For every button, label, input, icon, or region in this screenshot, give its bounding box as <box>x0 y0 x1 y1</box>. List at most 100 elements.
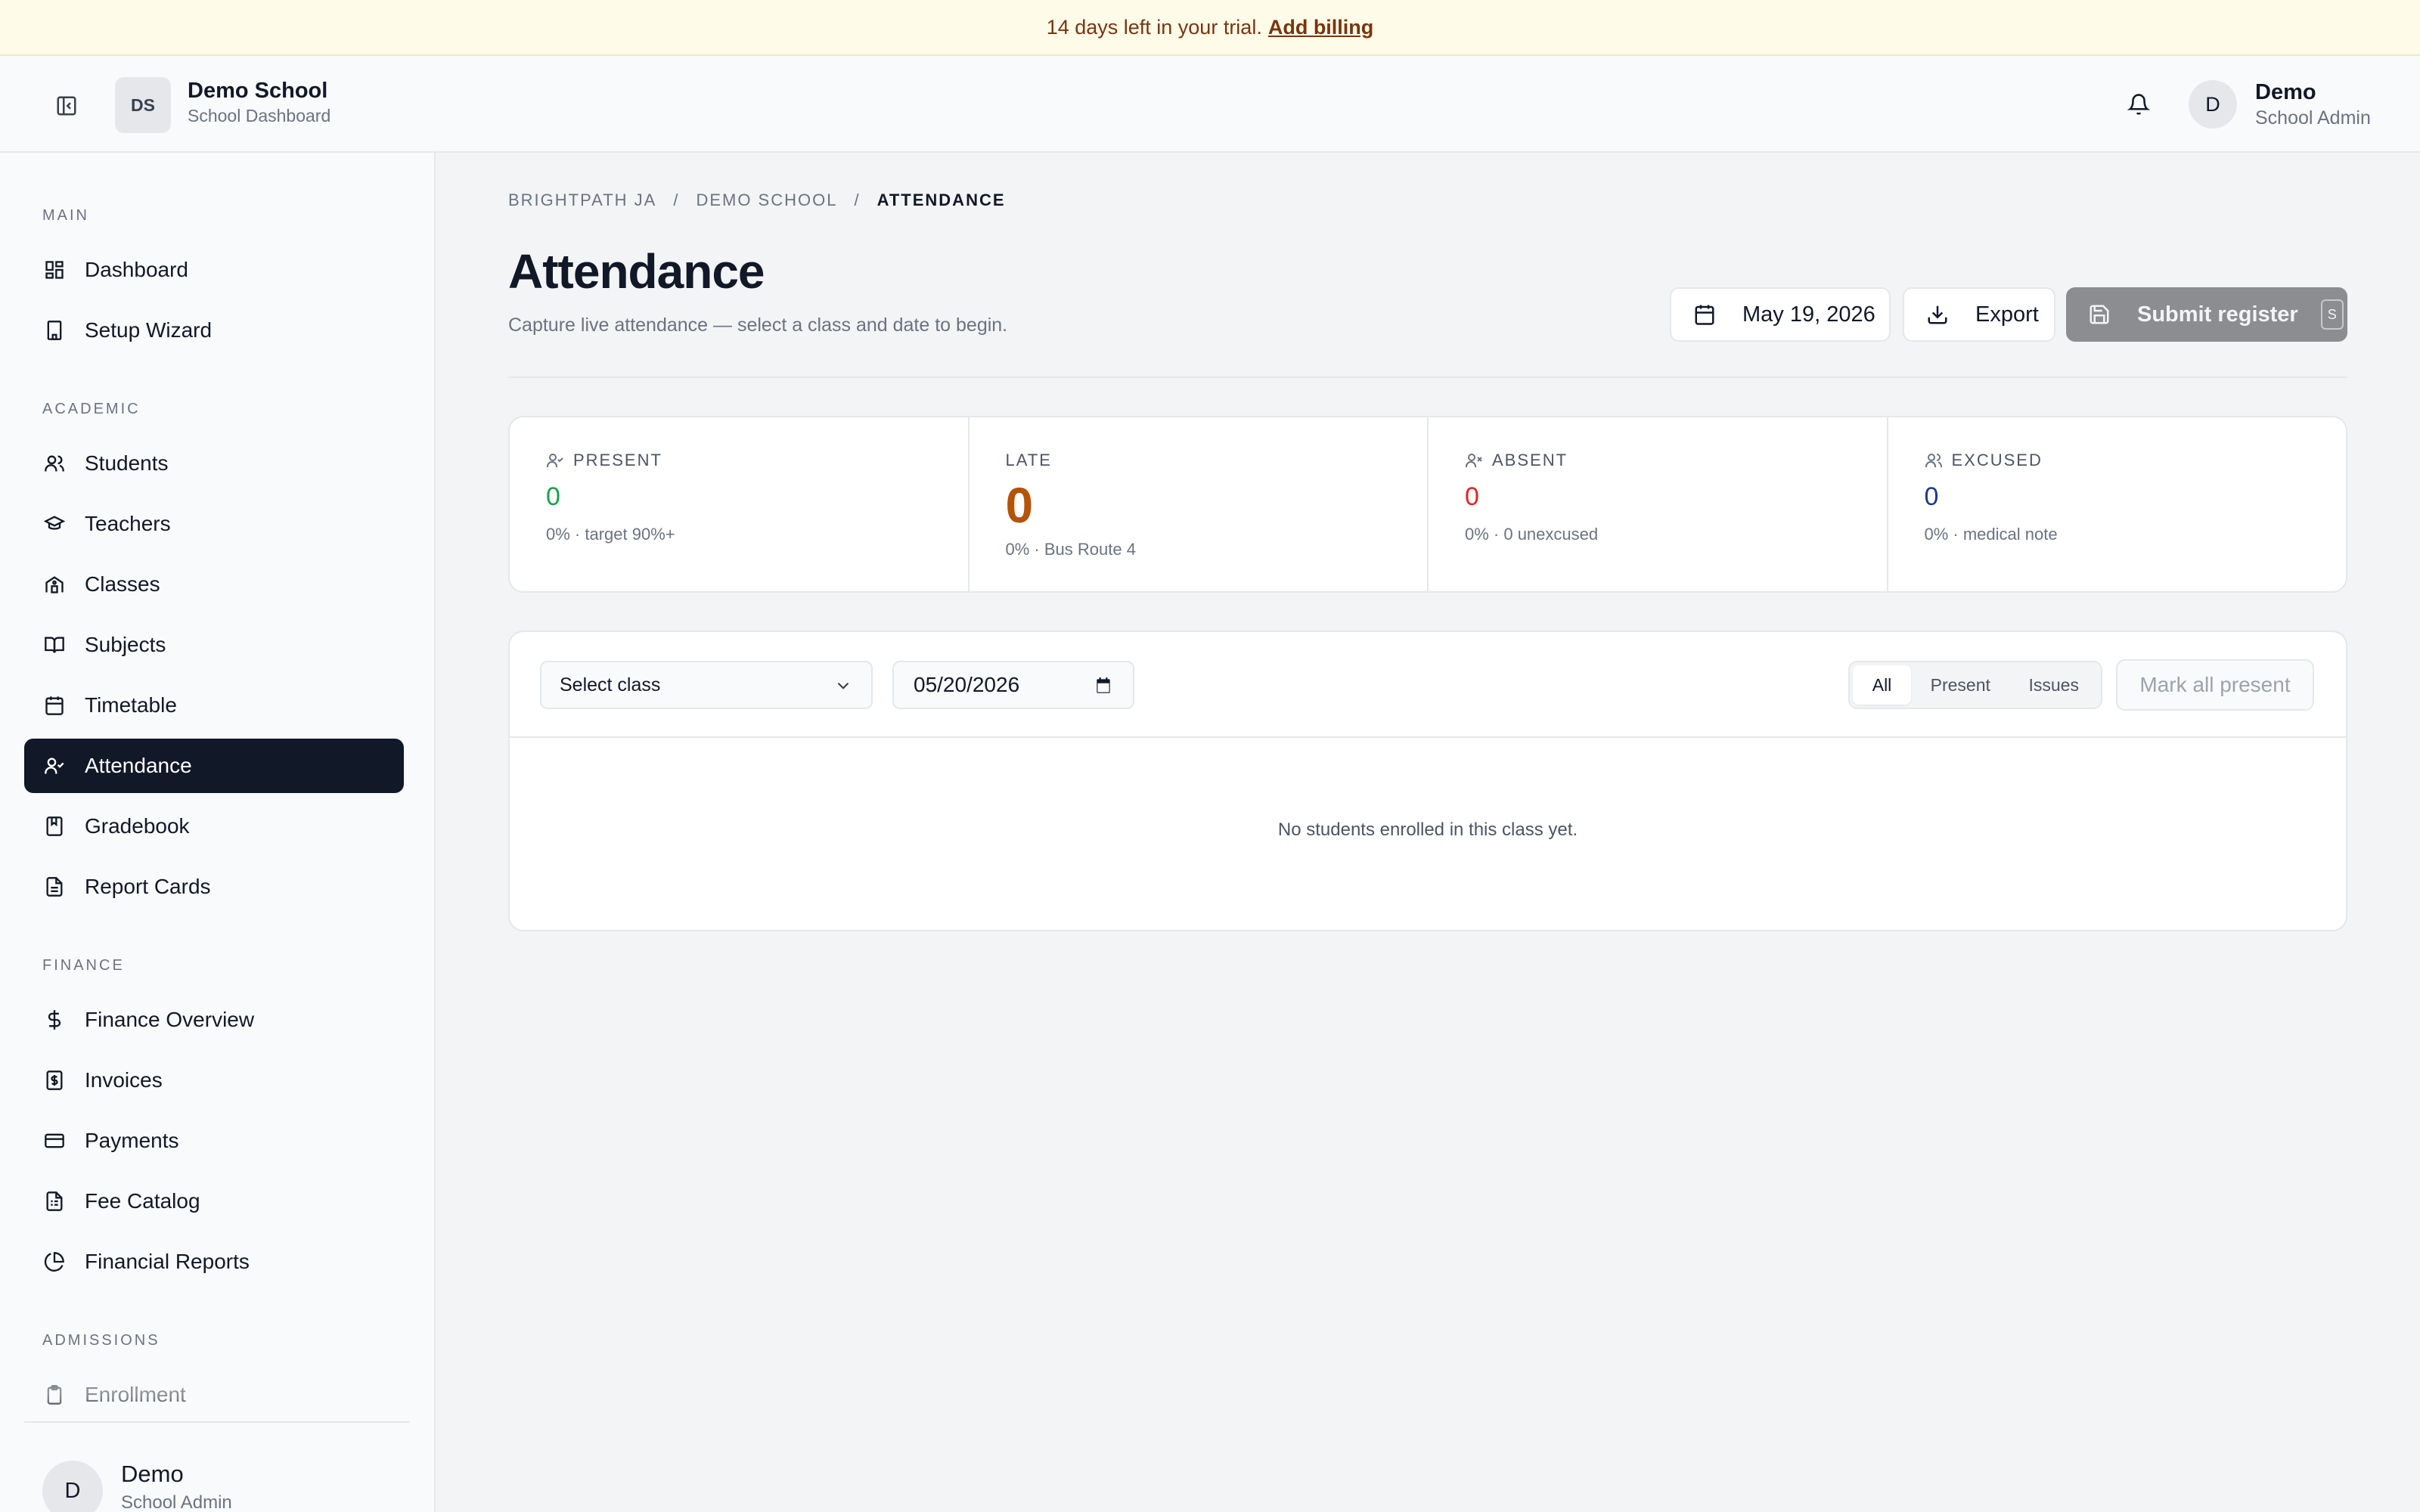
sidebar-item-label: Fee Catalog <box>85 1189 200 1213</box>
notifications-button[interactable] <box>2121 86 2157 122</box>
shortcut-badge: S <box>2320 299 2344 330</box>
submit-register-button[interactable]: Submit register S <box>2066 287 2347 342</box>
clipboard-icon <box>47 1385 62 1405</box>
sidebar-item-gradebook[interactable]: Gradebook <box>24 799 404 854</box>
users-icon <box>1925 454 1942 467</box>
calendar-icon <box>45 696 64 715</box>
segment-present[interactable]: Present <box>1911 665 2009 705</box>
user-avatar[interactable]: D <box>2189 80 2237 129</box>
sidebar-item-subjects[interactable]: Subjects <box>24 618 404 672</box>
trial-banner: 14 days left in your trial. Add billing <box>0 0 2420 56</box>
stat-note: 0% · 0 unexcused <box>1465 525 1599 544</box>
date-label: May 19, 2026 <box>1742 302 1876 327</box>
sidebar-item-payments[interactable]: Payments <box>24 1114 404 1168</box>
stat-absent: ABSENT 0 0% · 0 unexcused <box>1429 417 1888 591</box>
stat-label: ABSENT <box>1492 451 1568 469</box>
filter-segmented-control: All Present Issues <box>1848 661 2102 709</box>
breadcrumb-separator: / <box>673 191 680 209</box>
breadcrumb-separator: / <box>854 191 861 209</box>
sidebar-item-students[interactable]: Students <box>24 436 404 491</box>
class-select[interactable]: Select class <box>540 661 873 709</box>
file-text-icon <box>46 877 63 897</box>
chevron-down-icon <box>837 682 849 689</box>
sidebar-item-label: Teachers <box>85 512 171 535</box>
page-title: Attendance <box>508 244 765 299</box>
section-main: MAIN <box>42 207 89 224</box>
sidebar-item-fee-catalog[interactable]: Fee Catalog <box>24 1174 404 1228</box>
sidebar-item-financial-reports[interactable]: Financial Reports <box>24 1235 404 1289</box>
date-input[interactable]: 05/20/2026 <box>892 661 1134 709</box>
invoice-icon <box>46 1070 63 1090</box>
pie-chart-icon <box>44 1252 64 1272</box>
sidebar-collapse-icon <box>57 96 76 116</box>
stat-late: LATE 0 0% · Bus Route 4 <box>970 417 1429 591</box>
credit-card-icon <box>45 1133 64 1148</box>
stat-value: 0 <box>546 482 560 511</box>
stat-value: 0 <box>1924 482 1939 511</box>
trial-text: 14 days left in your trial. <box>1046 15 1262 39</box>
panel-divider <box>510 736 2346 738</box>
class-select-value: Select class <box>560 674 661 696</box>
add-billing-link[interactable]: Add billing <box>1268 16 1373 39</box>
users-icon <box>45 455 64 472</box>
user-name: Demo <box>2255 80 2316 104</box>
sidebar-item-label: Enrollment <box>85 1383 186 1406</box>
stat-value: 0 <box>1005 477 1034 533</box>
book-open-icon <box>45 637 64 653</box>
sidebar-item-setup-wizard[interactable]: Setup Wizard <box>24 303 404 358</box>
breadcrumb: BRIGHTPATH JA / DEMO SCHOOL / ATTENDANCE <box>508 191 1006 210</box>
sidebar-item-classes[interactable]: Classes <box>24 557 404 612</box>
sidebar-user-avatar[interactable]: D <box>42 1461 103 1512</box>
save-icon <box>2090 305 2109 324</box>
sidebar: MAIN Dashboard Setup Wizard ACADEMIC Stu… <box>0 153 436 1512</box>
stats-card: PRESENT 0 0% · target 90%+ LATE 0 0% · B… <box>508 416 2347 593</box>
export-button[interactable]: Export <box>1903 287 2055 342</box>
date-picker-button[interactable]: May 19, 2026 <box>1670 287 1891 342</box>
school-name: Demo School <box>188 79 328 103</box>
sidebar-toggle-button[interactable] <box>48 88 85 124</box>
segment-all[interactable]: All <box>1853 665 1912 705</box>
download-icon <box>1928 305 1947 324</box>
segment-issues[interactable]: Issues <box>2009 665 2098 705</box>
school-icon <box>45 576 64 593</box>
calendar-icon[interactable] <box>1094 676 1113 696</box>
breadcrumb-org[interactable]: BRIGHTPATH JA <box>508 191 656 210</box>
user-x-icon <box>1466 454 1482 467</box>
file-list-icon <box>46 1191 63 1211</box>
breadcrumb-current: ATTENDANCE <box>876 191 1006 209</box>
user-role: School Admin <box>2255 107 2371 129</box>
breadcrumb-school[interactable]: DEMO SCHOOL <box>696 191 837 210</box>
section-academic: ACADEMIC <box>42 401 141 417</box>
user-check-icon <box>45 758 64 774</box>
stat-note: 0% · target 90%+ <box>546 525 675 544</box>
page-subtitle: Capture live attendance — select a class… <box>508 314 1008 336</box>
sidebar-item-teachers[interactable]: Teachers <box>24 497 404 551</box>
sidebar-item-report-cards[interactable]: Report Cards <box>24 860 404 914</box>
graduation-cap-icon <box>44 516 65 530</box>
mark-all-present-button[interactable]: Mark all present <box>2116 659 2314 711</box>
sidebar-item-label: Payments <box>85 1129 179 1152</box>
sidebar-divider <box>24 1421 410 1423</box>
building-icon <box>47 321 62 340</box>
sidebar-item-dashboard[interactable]: Dashboard <box>24 243 404 297</box>
date-input-value: 05/20/2026 <box>914 673 1020 696</box>
dashboard-icon <box>45 261 64 279</box>
sidebar-item-timetable[interactable]: Timetable <box>24 678 404 733</box>
sidebar-item-label: Dashboard <box>85 258 188 281</box>
sidebar-item-finance-overview[interactable]: Finance Overview <box>24 993 404 1047</box>
sidebar-user-role: School Admin <box>121 1492 232 1512</box>
sidebar-item-label: Invoices <box>85 1068 163 1092</box>
stat-label: EXCUSED <box>1951 451 2043 469</box>
sidebar-user-name: Demo <box>121 1461 184 1487</box>
stat-present: PRESENT 0 0% · target 90%+ <box>510 417 970 591</box>
register-panel: Select class 05/20/2026 All Present Issu… <box>508 631 2347 931</box>
sidebar-item-enrollment[interactable]: Enrollment <box>24 1368 404 1422</box>
stat-label: LATE <box>1005 451 1052 469</box>
sidebar-item-invoices[interactable]: Invoices <box>24 1053 404 1108</box>
topbar: DS Demo School School Dashboard D Demo S… <box>0 56 2420 153</box>
calendar-icon <box>1695 305 1714 325</box>
stat-label: PRESENT <box>573 451 662 469</box>
sidebar-item-attendance[interactable]: Attendance <box>24 739 404 793</box>
section-finance: FINANCE <box>42 957 125 974</box>
notebook-icon <box>46 816 63 836</box>
